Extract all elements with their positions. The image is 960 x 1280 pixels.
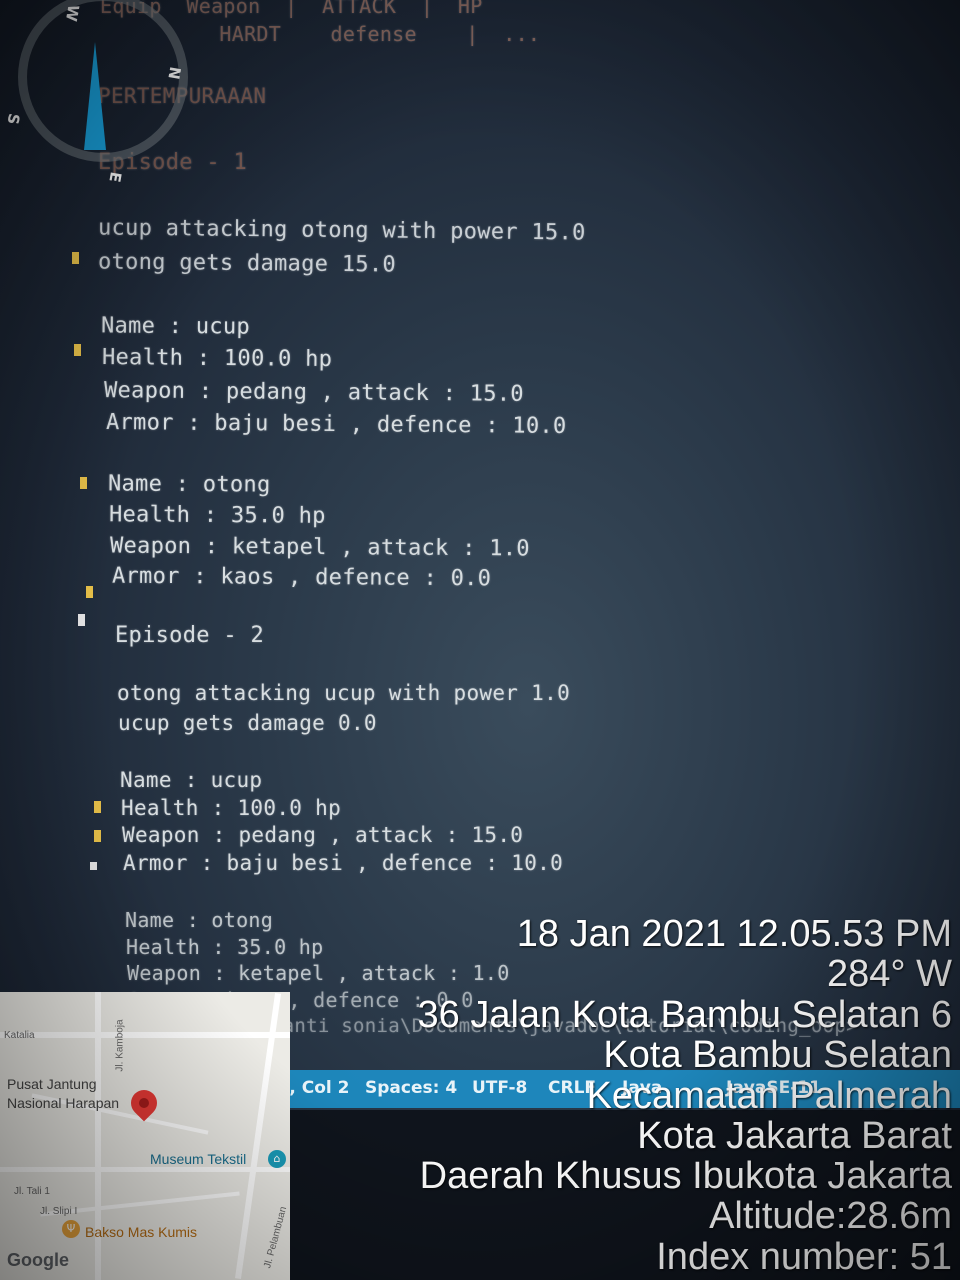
gutter-marker <box>80 477 87 489</box>
player-weapon: Weapon : pedang , attack : 15.0 <box>103 378 525 407</box>
gutter-marker <box>74 344 81 356</box>
player-weapon: Weapon : ketapel , attack : 1.0 <box>109 533 530 562</box>
battle-attack-line: otong attacking ucup with power 1.0 <box>117 681 571 705</box>
file-encoding[interactable]: UTF-8 <box>472 1078 527 1098</box>
player-health: Health : 100.0 hp <box>101 344 333 373</box>
player-name: Name : otong <box>107 471 271 498</box>
gutter-marker <box>78 614 85 626</box>
map-road <box>0 1032 290 1038</box>
compass-letter-w: W <box>61 3 83 23</box>
player-armor: Armor : baju besi , defence : 10.0 <box>123 851 564 875</box>
city-overlay: Kota Jakarta Barat <box>637 1115 952 1157</box>
battle-attack-line: ucup attacking otong with power 15.0 <box>97 215 586 246</box>
map-place-label: Pusat Jantung <box>7 1076 97 1092</box>
kelurahan-overlay: Kota Bambu Selatan <box>603 1034 952 1076</box>
restaurant-poi-icon[interactable]: Ψ <box>62 1220 80 1238</box>
gutter-marker <box>94 830 101 842</box>
player-name: Name : otong <box>125 908 274 932</box>
street-overlay: 36 Jalan Kota Bambu Selatan 6 <box>417 994 953 1036</box>
altitude-overlay: Altitude:28.6m <box>709 1195 952 1237</box>
index-number-overlay: Index number: 51 <box>656 1236 952 1278</box>
player-name: Name : ucup <box>100 313 251 340</box>
player-armor: Armor : kaos , defence : 0.0 <box>111 563 492 592</box>
map-place-label: Museum Tekstil <box>150 1151 247 1167</box>
kecamatan-overlay: Kecamatan Palmerah <box>586 1075 952 1117</box>
gutter-marker <box>90 862 97 870</box>
gutter-marker <box>86 586 93 598</box>
map-place-label: Bakso Mas Kumis <box>85 1224 198 1240</box>
map-street-label: Jl. Slipi I <box>40 1206 78 1217</box>
player-health: Health : 100.0 hp <box>121 796 342 820</box>
indentation-setting[interactable]: Spaces: 4 <box>365 1078 457 1098</box>
gutter-marker <box>72 252 79 264</box>
battle-damage-line: ucup gets damage 0.0 <box>118 711 377 735</box>
player-health: Health : 35.0 hp <box>126 935 324 959</box>
compass-needle-icon <box>84 42 106 150</box>
gutter-marker <box>94 801 101 813</box>
player-health: Health : 35.0 hp <box>108 502 326 529</box>
player-armor: Armor : baju besi , defence : 10.0 <box>105 409 567 440</box>
province-overlay: Daerah Khusus Ibukota Jakarta <box>419 1155 952 1197</box>
bearing-overlay: 284° W <box>826 953 952 995</box>
map-street-label: Jl. Kamboja <box>114 1019 126 1072</box>
map-road <box>0 1167 290 1172</box>
timestamp-overlay: 18 Jan 2021 12.05.53 PM <box>516 913 952 955</box>
battle-damage-line: otong gets damage 15.0 <box>97 249 397 278</box>
map-label: Katalia <box>4 1030 35 1041</box>
map-street-label: Jl. Tali 1 <box>14 1186 50 1197</box>
player-name: Name : ucup <box>120 768 263 792</box>
player-weapon: Weapon : ketapel , attack : 1.0 <box>127 961 510 985</box>
google-logo: Google <box>7 1250 69 1270</box>
museum-poi-icon[interactable]: ⌂ <box>268 1150 286 1168</box>
map-place-label: Nasional Harapan <box>7 1095 120 1111</box>
episode-title: Episode - 2 <box>115 623 264 648</box>
player-weapon: Weapon : pedang , attack : 15.0 <box>122 823 524 847</box>
